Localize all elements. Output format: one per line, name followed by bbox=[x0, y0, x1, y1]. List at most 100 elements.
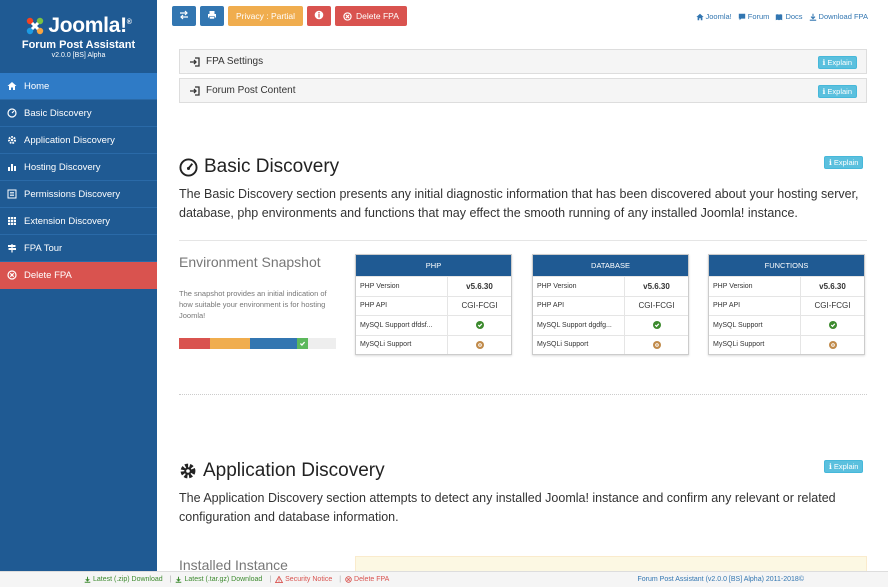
table-header: PHP bbox=[356, 255, 511, 276]
footer-delete-fpa-link[interactable]: Delete FPA bbox=[345, 576, 389, 583]
row-label: MySQL Support bbox=[709, 316, 801, 335]
divider bbox=[179, 240, 867, 241]
table-row: MySQLi Support bbox=[533, 334, 688, 354]
forum-post-content-panel[interactable]: Forum Post Content ℹ Explain bbox=[179, 78, 867, 103]
sidebar-item-label: Basic Discovery bbox=[24, 107, 92, 119]
info-icon bbox=[314, 10, 324, 22]
application-discovery-heading: Application Discovery bbox=[203, 460, 385, 481]
sidebar-item-fpa-tour[interactable]: FPA Tour bbox=[0, 235, 157, 262]
snapshot-bar bbox=[179, 338, 336, 349]
sidebar-item-extension-discovery[interactable]: Extension Discovery bbox=[0, 208, 157, 235]
check-icon bbox=[299, 341, 305, 346]
privacy-button[interactable]: Privacy : Partial bbox=[228, 6, 304, 26]
fpa-settings-panel[interactable]: FPA Settings ℹ Explain bbox=[179, 49, 867, 74]
footer: Latest (.zip) Download | Latest (.tar.gz… bbox=[0, 571, 888, 587]
separator: | bbox=[339, 576, 342, 583]
product-name: Forum Post Assistant bbox=[21, 39, 136, 51]
row-label: PHP API bbox=[356, 296, 448, 315]
table-header: DATABASE bbox=[533, 255, 688, 276]
brand: Joomla!® Forum Post Assistant v2.0.0 [BS… bbox=[0, 0, 157, 73]
joomla-logo[interactable]: Joomla!® bbox=[0, 14, 157, 38]
row-value: v5.6.30 bbox=[819, 281, 846, 291]
delete-circle-icon bbox=[345, 576, 352, 583]
status-ok bbox=[801, 316, 864, 335]
forum-post-content-title: Forum Post Content bbox=[206, 85, 296, 96]
snapshot-segment bbox=[210, 338, 250, 349]
download-zip-link[interactable]: Latest (.zip) Download bbox=[84, 576, 163, 583]
table-row: MySQL Support bbox=[709, 315, 864, 335]
row-value: CGI-FCGI bbox=[814, 301, 851, 311]
table-row: PHP Version v5.6.30 bbox=[709, 276, 864, 296]
check-circle-icon bbox=[828, 321, 837, 330]
dashboard-icon bbox=[6, 107, 18, 119]
sidebar-item-hosting-discovery[interactable]: Hosting Discovery bbox=[0, 154, 157, 181]
sidebar-item-permissions-discovery[interactable]: Permissions Discovery bbox=[0, 181, 157, 208]
php-table: PHP PHP Version v5.6.30 PHP API CGI-FCGI MySQ… bbox=[355, 254, 512, 355]
delete-fpa-button[interactable]: Delete FPA bbox=[335, 6, 407, 26]
exchange-icon bbox=[179, 10, 189, 22]
joomla-link-label: Joomla! bbox=[705, 12, 732, 21]
sidebar-item-label: Home bbox=[24, 80, 50, 92]
sidebar-item-label: Delete FPA bbox=[24, 269, 72, 281]
sidebar-item-delete-fpa[interactable]: Delete FPA bbox=[0, 262, 157, 289]
grid-icon bbox=[6, 215, 18, 227]
delete-circle-icon bbox=[343, 11, 352, 21]
sidebar-item-basic-discovery[interactable]: Basic Discovery bbox=[0, 100, 157, 127]
sign-in-icon bbox=[189, 85, 200, 96]
row-label: MySQLi Support bbox=[356, 335, 448, 354]
explain-button[interactable]: ℹ Explain bbox=[817, 85, 857, 98]
table-row: PHP API CGI-FCGI bbox=[533, 295, 688, 315]
table-row: MySQL Support dfdsf... bbox=[356, 315, 511, 335]
row-label: MySQL Support dfdsf... bbox=[356, 316, 448, 335]
functions-table: FUNCTIONS PHP Version v5.6.30 PHP API CGI-FC… bbox=[708, 254, 865, 355]
row-value: v5.6.30 bbox=[643, 281, 670, 291]
joomla-logo-icon bbox=[27, 17, 44, 35]
cog-icon bbox=[179, 462, 197, 480]
sidebar-item-label: Application Discovery bbox=[24, 134, 115, 146]
basic-explain-button[interactable]: ℹ Explain bbox=[824, 156, 864, 169]
row-label: PHP Version bbox=[533, 277, 625, 296]
database-table: DATABASE PHP Version v5.6.30 PHP API CGI-FCG… bbox=[532, 254, 689, 355]
home-icon bbox=[695, 13, 704, 20]
separator: | bbox=[169, 576, 172, 583]
info-icon: ℹ bbox=[829, 462, 832, 471]
sidebar-item-label: FPA Tour bbox=[24, 242, 63, 254]
info-icon: ℹ bbox=[822, 58, 826, 67]
fpa-settings-title: FPA Settings bbox=[206, 56, 264, 67]
print-button[interactable] bbox=[200, 6, 224, 26]
section-divider bbox=[179, 394, 867, 395]
chart-icon bbox=[6, 161, 18, 173]
dashboard-icon bbox=[179, 157, 198, 177]
row-label: PHP Version bbox=[356, 277, 448, 296]
docs-link-label: Docs bbox=[785, 12, 803, 21]
table-row: PHP API CGI-FCGI bbox=[709, 295, 864, 315]
download-zip-label: Latest (.zip) Download bbox=[93, 576, 163, 583]
download-icon bbox=[84, 576, 91, 583]
docs-link[interactable]: Docs bbox=[775, 12, 803, 21]
row-label: MySQL Support dgdfg... bbox=[533, 316, 625, 335]
print-icon bbox=[207, 10, 217, 22]
row-value: CGI-FCGI bbox=[638, 301, 675, 311]
table-row: PHP Version v5.6.30 bbox=[356, 276, 511, 296]
download-fpa-link[interactable]: Download FPA bbox=[809, 12, 868, 21]
sidebar-item-home[interactable]: Home bbox=[0, 73, 157, 100]
security-notice-link[interactable]: Security Notice bbox=[275, 576, 332, 583]
copyright: Forum Post Assistant (v2.0.0 [BS] Alpha)… bbox=[637, 576, 804, 583]
table-row: PHP Version v5.6.30 bbox=[533, 276, 688, 296]
toggle-button[interactable] bbox=[172, 6, 196, 26]
basic-discovery-heading: Basic Discovery bbox=[204, 156, 340, 177]
footer-delete-fpa-label: Delete FPA bbox=[354, 576, 390, 583]
info-button[interactable] bbox=[307, 6, 332, 26]
sidebar-item-application-discovery[interactable]: Application Discovery bbox=[0, 127, 157, 154]
cog-icon bbox=[6, 134, 18, 146]
joomla-link[interactable]: Joomla! bbox=[695, 12, 732, 21]
row-label: PHP API bbox=[533, 296, 625, 315]
download-targz-link[interactable]: Latest (.tar.gz) Download bbox=[175, 576, 262, 583]
download-icon bbox=[176, 576, 182, 583]
check-circle-icon bbox=[652, 321, 661, 330]
application-explain-button[interactable]: ℹ Explain bbox=[824, 460, 864, 473]
explain-button[interactable]: ℹ Explain bbox=[817, 56, 857, 69]
table-row: MySQL Support dgdfg... bbox=[533, 315, 688, 335]
forum-link[interactable]: Forum bbox=[738, 12, 769, 21]
table-row: MySQLi Support bbox=[709, 334, 864, 354]
